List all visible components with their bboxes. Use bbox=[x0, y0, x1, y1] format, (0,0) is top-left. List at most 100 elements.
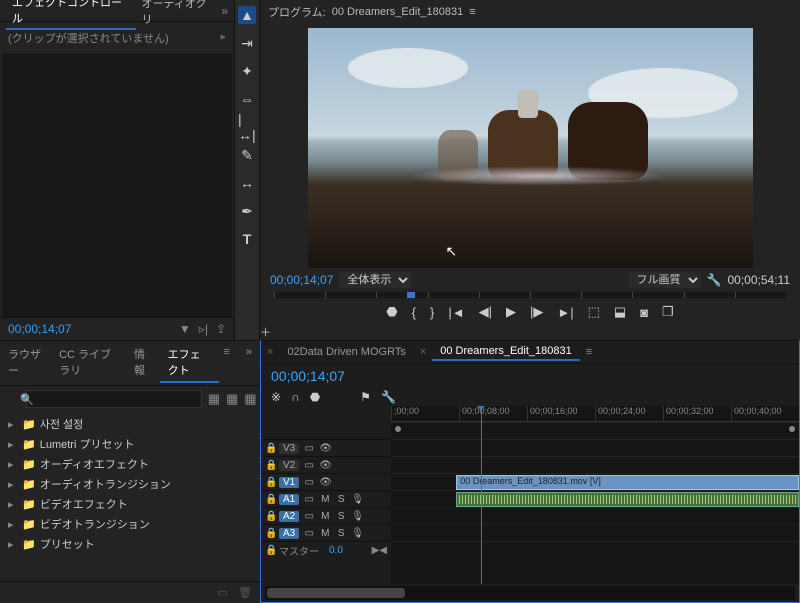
trash-icon[interactable]: 🗑 bbox=[238, 586, 252, 599]
extract-icon[interactable]: ⬓ bbox=[614, 304, 626, 320]
lock-icon[interactable]: 🔒 bbox=[265, 545, 275, 556]
playhead-indicator[interactable] bbox=[407, 292, 415, 298]
audio-track-header[interactable]: 🔒A1▭MS🎙 bbox=[261, 490, 391, 507]
slip-tool-icon[interactable]: ↔ bbox=[238, 174, 256, 192]
voice-icon[interactable]: 🎙 bbox=[351, 494, 363, 505]
tab-effects[interactable]: エフェクト bbox=[160, 343, 220, 383]
step-fwd-icon[interactable]: |▶ bbox=[530, 304, 543, 320]
toggle-output-icon[interactable]: ▭ bbox=[303, 477, 315, 488]
pen-tool-icon[interactable]: ✒ bbox=[238, 202, 256, 220]
master-track-header[interactable]: 🔒マスター0.0▶◀ bbox=[261, 541, 391, 558]
lock-icon[interactable]: 🔒 bbox=[265, 528, 275, 539]
step-icon[interactable]: ▹| bbox=[199, 322, 208, 336]
toggle-output-icon[interactable]: ▭ bbox=[303, 443, 315, 454]
preset-bin-icon-2[interactable]: ▦ bbox=[226, 391, 238, 407]
play-icon[interactable]: ▶ bbox=[506, 304, 516, 320]
master-value[interactable]: 0.0 bbox=[329, 545, 343, 556]
type-tool-icon[interactable]: T bbox=[238, 230, 256, 248]
fx-timecode[interactable]: 00;00;14;07 bbox=[8, 322, 71, 336]
mute-icon[interactable]: M bbox=[319, 528, 331, 539]
twirl-icon[interactable]: ▸ bbox=[8, 538, 18, 551]
eye-icon[interactable]: 👁 bbox=[319, 443, 331, 454]
effects-folder[interactable]: ▸📁Lumetri プリセット bbox=[4, 434, 256, 454]
effects-folder[interactable]: ▸📁オーディオトランジション bbox=[4, 474, 256, 494]
in-bracket-icon[interactable]: { bbox=[412, 305, 416, 320]
program-viewport[interactable]: ↖ bbox=[308, 28, 753, 268]
timeline-ruler[interactable]: ;00;0000;00;08;0000;00;16;0000;00;24;000… bbox=[391, 406, 799, 422]
marker-icon[interactable]: ⬣ bbox=[386, 304, 397, 320]
twirl-icon[interactable]: ▸ bbox=[8, 478, 18, 491]
timeline-tab-1[interactable]: 02Data Driven MOGRTs bbox=[279, 344, 413, 360]
close-all-icon[interactable]: × bbox=[267, 346, 273, 358]
step-back-icon[interactable]: ◀| bbox=[479, 304, 492, 320]
toggle-output-icon[interactable]: ▭ bbox=[303, 511, 315, 522]
effects-folder[interactable]: ▸📁ビデオトランジション bbox=[4, 514, 256, 534]
ripple-edit-tool-icon[interactable]: ✦ bbox=[238, 62, 256, 80]
razor-tool-icon[interactable]: ✎ bbox=[238, 146, 256, 164]
toggle-output-icon[interactable]: ▭ bbox=[303, 494, 315, 505]
rate-stretch-tool-icon[interactable]: |↔| bbox=[238, 118, 256, 136]
timeline-playhead[interactable] bbox=[481, 406, 482, 584]
eye-icon[interactable]: 👁 bbox=[319, 477, 331, 488]
effects-folder[interactable]: ▸📁사전 설정 bbox=[4, 414, 256, 434]
track-label[interactable]: A2 bbox=[279, 511, 299, 522]
preset-bin-icon-3[interactable]: ▦ bbox=[244, 391, 256, 407]
audio-clip-a1[interactable] bbox=[456, 492, 799, 507]
program-duration[interactable]: 00;00;54;11 bbox=[727, 273, 790, 287]
video-track-header[interactable]: 🔒V2▭👁 bbox=[261, 456, 391, 473]
lock-icon[interactable]: 🔒 bbox=[265, 460, 275, 471]
track-select-tool-icon[interactable]: ⇥ bbox=[238, 34, 256, 52]
zoom-fit-dropdown[interactable]: 全体表示 bbox=[339, 272, 411, 288]
lock-icon[interactable]: 🔒 bbox=[265, 443, 275, 454]
linked-selection-icon[interactable]: ∩ bbox=[291, 390, 300, 404]
track-label[interactable]: A1 bbox=[279, 494, 299, 505]
panel-menu-icon[interactable] bbox=[219, 343, 233, 383]
effects-search-input[interactable] bbox=[26, 390, 202, 408]
mute-icon[interactable]: M bbox=[319, 511, 331, 522]
preset-bin-icon[interactable]: ▦ bbox=[208, 391, 220, 407]
toggle-output-icon[interactable]: ▭ bbox=[303, 460, 315, 471]
voice-icon[interactable]: 🎙 bbox=[351, 528, 363, 539]
export-frame-icon[interactable]: ◙ bbox=[640, 305, 648, 320]
lock-icon[interactable]: 🔒 bbox=[265, 494, 275, 505]
tab-info[interactable]: 情報 bbox=[126, 343, 160, 383]
goto-in-icon[interactable]: |◄ bbox=[448, 305, 464, 320]
track-label[interactable]: V1 bbox=[279, 477, 299, 488]
sequence-settings-icon[interactable]: ⚑ bbox=[360, 390, 371, 404]
effects-folder[interactable]: ▸📁オーディオエフェクト bbox=[4, 454, 256, 474]
tabs-overflow-icon[interactable]: » bbox=[221, 4, 228, 18]
track-label[interactable]: V3 bbox=[279, 443, 299, 454]
video-track-header[interactable]: 🔒 V1 ▭ 👁 bbox=[261, 473, 391, 490]
program-timecode-in[interactable]: 00;00;14;07 bbox=[270, 273, 333, 287]
tab-cc-library[interactable]: CC ライブラリ bbox=[51, 343, 126, 383]
twirl-icon[interactable]: ▸ bbox=[8, 438, 18, 451]
panel-menu-icon[interactable] bbox=[469, 6, 475, 18]
timeline-timecode[interactable]: 00;00;14;07 bbox=[271, 368, 345, 384]
timeline-area[interactable]: ;00;0000;00;08;0000;00;16;0000;00;24;000… bbox=[391, 406, 799, 584]
video-clip[interactable]: 00 Dreamers_Edit_180831.mov [V] bbox=[456, 475, 799, 490]
wrench-icon[interactable]: 🔧 bbox=[381, 390, 396, 404]
rolling-edit-tool-icon[interactable]: ⇔ bbox=[238, 90, 256, 108]
new-bin-icon[interactable]: ▭ bbox=[218, 586, 228, 599]
export-icon[interactable]: ⇪ bbox=[216, 322, 226, 336]
lift-icon[interactable]: ⬚ bbox=[588, 304, 600, 320]
caret-right-icon[interactable]: ▸ bbox=[220, 30, 226, 46]
timeline-zoom-scrollbar[interactable] bbox=[265, 586, 795, 600]
toggle-output-icon[interactable]: ▭ bbox=[303, 528, 315, 539]
eye-icon[interactable]: 👁 bbox=[319, 460, 331, 471]
twirl-icon[interactable]: ▸ bbox=[8, 518, 18, 531]
program-sequence-name[interactable]: 00 Dreamers_Edit_180831 bbox=[332, 6, 463, 18]
program-scrubber[interactable] bbox=[274, 292, 786, 298]
track-label[interactable]: A3 bbox=[279, 528, 299, 539]
collapse-icon[interactable]: ▶◀ bbox=[372, 545, 387, 556]
twirl-icon[interactable]: ▸ bbox=[8, 458, 18, 471]
twirl-icon[interactable]: ▸ bbox=[8, 418, 18, 431]
effects-folder[interactable]: ▸📁ビデオエフェクト bbox=[4, 494, 256, 514]
audio-track-header[interactable]: 🔒 A3 ▭ MS 🎙 bbox=[261, 524, 391, 541]
solo-icon[interactable]: S bbox=[335, 528, 347, 539]
out-bracket-icon[interactable]: } bbox=[430, 305, 434, 320]
marker-icon[interactable]: ⬣ bbox=[310, 390, 320, 404]
lock-icon[interactable]: 🔒 bbox=[265, 477, 275, 488]
playback-quality-dropdown[interactable]: フル画質 bbox=[629, 272, 701, 288]
video-track-header[interactable]: 🔒 V3 ▭ 👁 bbox=[261, 439, 391, 456]
